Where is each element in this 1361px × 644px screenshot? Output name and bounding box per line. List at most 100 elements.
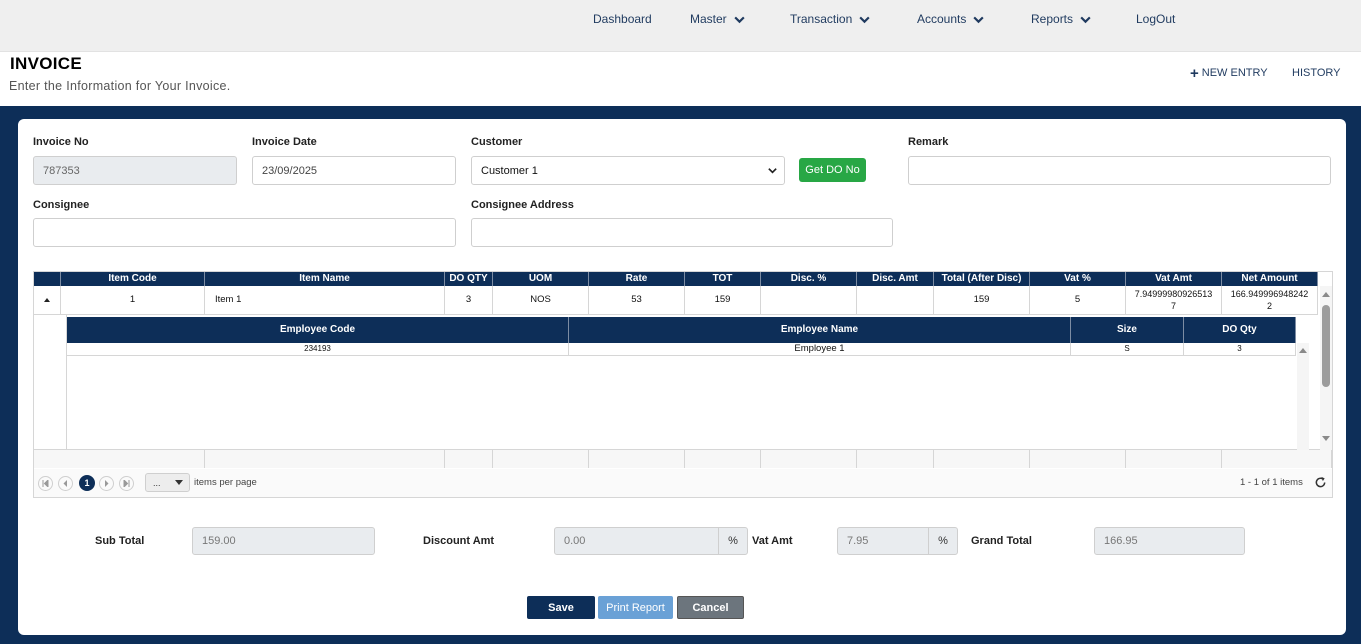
item-name-cell: Item 1 xyxy=(205,286,445,314)
scroll-thumb[interactable] xyxy=(1322,305,1330,387)
chevron-down-icon xyxy=(973,16,984,23)
remark-field[interactable] xyxy=(908,156,1331,185)
rate-cell: 53 xyxy=(589,286,685,314)
nav-accounts[interactable]: Accounts xyxy=(917,12,985,26)
items-per-page-label: items per page xyxy=(194,477,257,488)
discount-amt-field[interactable]: 0.00 xyxy=(554,527,719,555)
chevron-down-icon xyxy=(734,16,745,23)
current-page-button[interactable]: 1 xyxy=(79,475,95,491)
consignee-field[interactable] xyxy=(33,218,456,247)
scroll-up-icon[interactable] xyxy=(1299,347,1307,353)
page-subtitle: Enter the Information for Your Invoice. xyxy=(9,79,231,93)
nav-accounts-label: Accounts xyxy=(917,12,967,26)
sub-total-field[interactable]: 159.00 xyxy=(192,527,375,555)
table-row[interactable]: 1 Item 1 3 NOS 53 159 159 5 7.9499998092… xyxy=(34,286,1318,315)
nav-dashboard[interactable]: Dashboard xyxy=(593,12,652,26)
grid-header-cell[interactable]: Rate xyxy=(589,272,685,286)
grid-header-cell[interactable]: Item Code xyxy=(61,272,205,286)
new-entry-button[interactable]: + NEW ENTRY xyxy=(1190,64,1268,82)
next-page-button[interactable] xyxy=(99,476,114,491)
sub-do-qty-cell: 3 xyxy=(1184,343,1296,355)
subgrid-header-cell[interactable]: DO Qty xyxy=(1184,317,1296,343)
detail-gutter xyxy=(34,315,67,450)
net-amount-line1: 166.949996948242 xyxy=(1230,289,1309,299)
discount-amt-label: Discount Amt xyxy=(423,535,495,547)
grid-header-cell[interactable]: Net Amount xyxy=(1222,272,1318,286)
vat-percent-addon: % xyxy=(928,527,958,555)
uom-cell: NOS xyxy=(493,286,589,314)
get-do-no-button[interactable]: Get DO No xyxy=(799,158,866,182)
grid-header-cell[interactable]: Vat % xyxy=(1030,272,1126,286)
page-title: INVOICE xyxy=(10,54,83,73)
consignee-address-field[interactable] xyxy=(471,218,893,247)
sub-total-label: Sub Total xyxy=(95,535,145,547)
vat-amt-label: Vat Amt xyxy=(752,535,793,547)
pager-summary: 1 - 1 of 1 items xyxy=(1240,477,1303,488)
grid-header-cell[interactable]: DO QTY xyxy=(445,272,493,286)
page-size-select[interactable]: ... xyxy=(145,473,190,492)
grid-header: Item Code Item Name DO QTY UOM Rate TOT … xyxy=(34,272,1318,286)
collapse-row-toggle[interactable] xyxy=(34,286,61,314)
print-report-button[interactable]: Print Report xyxy=(598,596,673,619)
grid-scrollbar[interactable] xyxy=(1320,286,1332,450)
chevron-down-icon xyxy=(768,168,777,174)
scroll-down-icon[interactable] xyxy=(1322,436,1330,442)
tot-cell: 159 xyxy=(685,286,761,314)
subgrid-header-cell[interactable]: Employee Name xyxy=(569,317,1071,343)
top-navbar: Dashboard Master Transaction Accounts Re… xyxy=(0,0,1361,52)
grid-header-cell[interactable]: Item Name xyxy=(205,272,445,286)
do-qty-cell: 3 xyxy=(445,286,493,314)
remark-label: Remark xyxy=(908,136,949,148)
item-code-cell: 1 xyxy=(61,286,205,314)
vat-pct-cell: 5 xyxy=(1030,286,1126,314)
disc-amt-cell xyxy=(857,286,934,314)
customer-label: Customer xyxy=(471,136,523,148)
nav-reports[interactable]: Reports xyxy=(1031,12,1092,26)
subgrid-scrollbar[interactable] xyxy=(1297,343,1309,450)
customer-select-value: Customer 1 xyxy=(481,164,538,177)
history-button[interactable]: HISTORY xyxy=(1292,67,1341,79)
vat-amt-field[interactable]: 7.95 xyxy=(837,527,929,555)
size-cell: S xyxy=(1071,343,1184,355)
nav-logout[interactable]: LogOut xyxy=(1136,12,1175,26)
grid-header-cell[interactable]: Disc. % xyxy=(761,272,857,286)
first-page-button[interactable] xyxy=(38,476,53,491)
vat-amt-line2: 7 xyxy=(1170,301,1176,311)
cancel-button[interactable]: Cancel xyxy=(677,596,744,619)
invoice-date-field[interactable]: 23/09/2025 xyxy=(252,156,456,185)
total-after-disc-cell: 159 xyxy=(934,286,1030,314)
scroll-up-icon[interactable] xyxy=(1322,291,1330,297)
nav-transaction-label: Transaction xyxy=(790,12,853,26)
save-button[interactable]: Save xyxy=(527,596,595,619)
customer-select[interactable]: Customer 1 xyxy=(471,156,785,185)
grid-header-cell[interactable]: Disc. Amt xyxy=(857,272,934,286)
vat-amt-line1: 7.94999980926513 xyxy=(1134,289,1213,299)
subgrid-header-cell[interactable]: Employee Code xyxy=(67,317,569,343)
grid-header-cell[interactable]: Total (After Disc) xyxy=(934,272,1030,286)
grid-header-expand xyxy=(34,272,61,286)
detail-row: Employee Code Employee Name Size DO Qty … xyxy=(34,315,1320,450)
invoice-date-label: Invoice Date xyxy=(252,136,317,148)
grid-header-cell[interactable]: Vat Amt xyxy=(1126,272,1222,286)
grid-header-cell[interactable]: TOT xyxy=(685,272,761,286)
last-page-button[interactable] xyxy=(119,476,134,491)
prev-page-button[interactable] xyxy=(58,476,73,491)
plus-icon: + xyxy=(1190,64,1199,82)
nav-master[interactable]: Master xyxy=(690,12,746,26)
page-size-value: ... xyxy=(153,477,161,488)
net-amount-cell: 166.949996948242 2 xyxy=(1222,286,1318,314)
grid-header-cell[interactable]: UOM xyxy=(493,272,589,286)
invoice-no-label: Invoice No xyxy=(33,136,89,148)
vat-amt-cell: 7.94999980926513 7 xyxy=(1126,286,1222,314)
net-amount-line2: 2 xyxy=(1266,301,1272,311)
subgrid-row[interactable]: 234193 Employee 1 S 3 xyxy=(67,343,1296,356)
grand-total-field[interactable]: 166.95 xyxy=(1094,527,1245,555)
refresh-icon[interactable] xyxy=(1314,476,1327,489)
discount-percent-addon: % xyxy=(718,527,748,555)
nav-transaction[interactable]: Transaction xyxy=(790,12,871,26)
next-page-icon xyxy=(105,480,109,487)
invoice-no-field[interactable]: 787353 xyxy=(33,156,237,185)
subgrid-header-cell[interactable]: Size xyxy=(1071,317,1184,343)
employee-name-cell: Employee 1 xyxy=(569,343,1071,355)
invoice-items-grid: Item Code Item Name DO QTY UOM Rate TOT … xyxy=(33,271,1333,498)
